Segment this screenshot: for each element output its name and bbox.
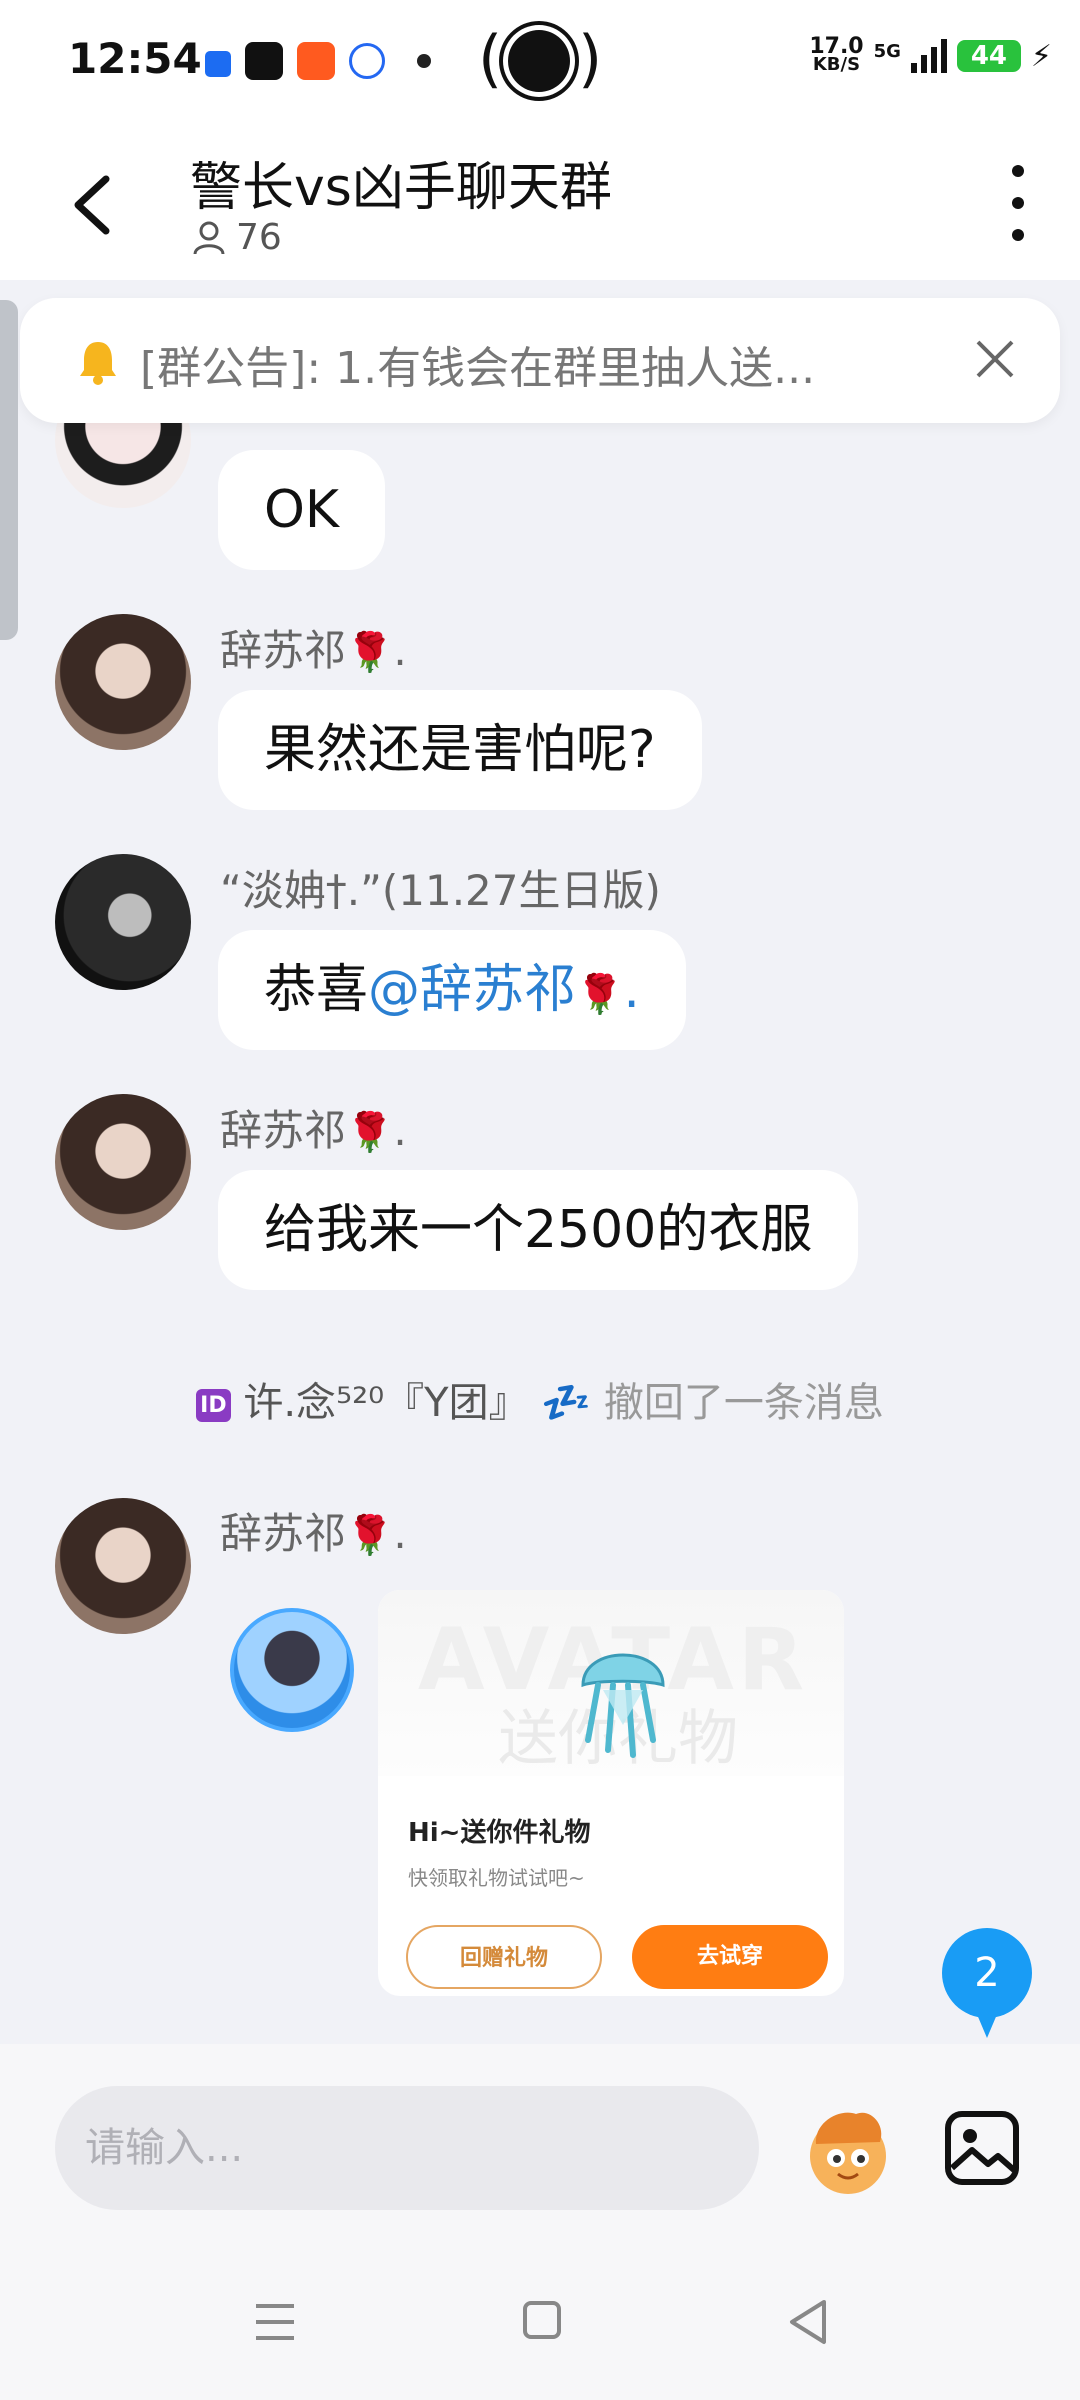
avatar[interactable] bbox=[55, 614, 191, 750]
sender-name[interactable]: “淡姌†.”(11.27生日版) bbox=[220, 857, 661, 918]
recall-user-name[interactable]: 许.念⁵²⁰『Y团』 bbox=[243, 1380, 528, 1426]
mention-link[interactable]: @辞苏祁🌹. bbox=[368, 960, 640, 1020]
avatar[interactable] bbox=[55, 1094, 191, 1230]
message-bubble[interactable]: OK bbox=[218, 450, 386, 570]
gift-sender-avatar[interactable] bbox=[230, 1608, 354, 1732]
person-icon bbox=[193, 221, 225, 254]
more-options-button[interactable] bbox=[1006, 165, 1030, 241]
notification-icons bbox=[205, 42, 431, 80]
message-bubble[interactable]: 果然还是害怕呢? bbox=[218, 690, 702, 810]
sender-name[interactable]: 辞苏祁🌹. bbox=[220, 1097, 407, 1158]
gift-card[interactable]: AVATAR 送你礼物 Hi~送你件礼物 快领取礼物试试吧~ 回赠礼物 去试穿 bbox=[378, 1590, 844, 1996]
notice-text: [群公告]: 1.有钱会在群里抽人送... bbox=[140, 343, 816, 394]
network-type: 5G bbox=[873, 40, 901, 62]
tiktok-icon bbox=[245, 42, 283, 80]
input-bar bbox=[0, 2044, 1080, 2244]
signal-icon bbox=[910, 39, 947, 73]
baidu-icon bbox=[349, 43, 385, 79]
recall-notice: ID 许.念⁵²⁰『Y团』 💤 撤回了一条消息 bbox=[0, 1370, 1080, 1428]
gift-subtitle: 快领取礼物试试吧~ bbox=[408, 1866, 585, 1890]
back-button[interactable] bbox=[70, 173, 114, 237]
app-notification-icon bbox=[205, 51, 231, 77]
kuaishou-icon bbox=[297, 42, 335, 80]
chat-header: 警长vs凶手聊天群 76 bbox=[0, 125, 1080, 280]
try-on-button[interactable]: 去试穿 bbox=[632, 1925, 828, 1989]
unread-messages-badge[interactable]: 2 bbox=[942, 1928, 1032, 2038]
rose-icon: 🌹 bbox=[346, 630, 394, 674]
status-bar: 12:54 ( ) 17.0 KB/S 5G 44 ⚡ bbox=[0, 0, 1080, 125]
rose-icon: 🌹 bbox=[576, 972, 624, 1016]
battery-indicator: 44 bbox=[956, 40, 1021, 72]
gift-title: Hi~送你件礼物 bbox=[408, 1818, 591, 1848]
status-right: 17.0 KB/S 5G 44 ⚡ bbox=[809, 34, 1052, 75]
gift-preview: AVATAR 送你礼物 bbox=[378, 1590, 844, 1776]
jellyfish-outfit-icon bbox=[581, 1653, 665, 1758]
front-camera: ( ) bbox=[478, 22, 603, 95]
home-icon[interactable] bbox=[522, 2300, 562, 2340]
menu-icon[interactable] bbox=[254, 2300, 296, 2344]
avatar[interactable] bbox=[55, 1498, 191, 1634]
scroll-indicator[interactable] bbox=[0, 300, 18, 640]
message-bubble[interactable]: 给我来一个2500的衣服 bbox=[218, 1170, 859, 1290]
group-notice-banner[interactable]: [群公告]: 1.有钱会在群里抽人送... bbox=[20, 298, 1060, 423]
recall-action-text: 撤回了一条消息 bbox=[603, 1380, 884, 1426]
avatar[interactable] bbox=[55, 854, 191, 990]
return-gift-button[interactable]: 回赠礼物 bbox=[406, 1925, 602, 1989]
net-speed: 17.0 KB/S bbox=[809, 34, 864, 75]
group-title[interactable]: 警长vs凶手聊天群 bbox=[190, 145, 612, 220]
more-notifications-dot bbox=[417, 54, 431, 68]
member-count[interactable]: 76 bbox=[192, 217, 282, 258]
back-arrow-icon bbox=[74, 175, 110, 235]
back-triangle-icon[interactable] bbox=[786, 2298, 830, 2346]
id-badge: ID bbox=[196, 1388, 231, 1422]
sender-name[interactable]: 辞苏祁🌹. bbox=[220, 617, 407, 678]
rose-icon: 🌹 bbox=[346, 1110, 394, 1154]
status-time: 12:54 bbox=[68, 34, 202, 83]
sender-name[interactable]: 辞苏祁🌹. bbox=[220, 1500, 407, 1561]
zz-icon: 💤 bbox=[541, 1380, 592, 1426]
message-input[interactable] bbox=[55, 2086, 759, 2210]
bell-icon bbox=[80, 342, 116, 385]
rose-icon: 🌹 bbox=[346, 1513, 394, 1557]
close-icon[interactable] bbox=[970, 334, 1020, 384]
image-icon[interactable] bbox=[944, 2110, 1020, 2186]
message-bubble[interactable]: 恭喜@辞苏祁🌹. bbox=[218, 930, 686, 1050]
system-nav-bar bbox=[0, 2244, 1080, 2400]
charging-icon: ⚡ bbox=[1030, 38, 1052, 74]
emoji-button[interactable] bbox=[800, 2104, 896, 2200]
